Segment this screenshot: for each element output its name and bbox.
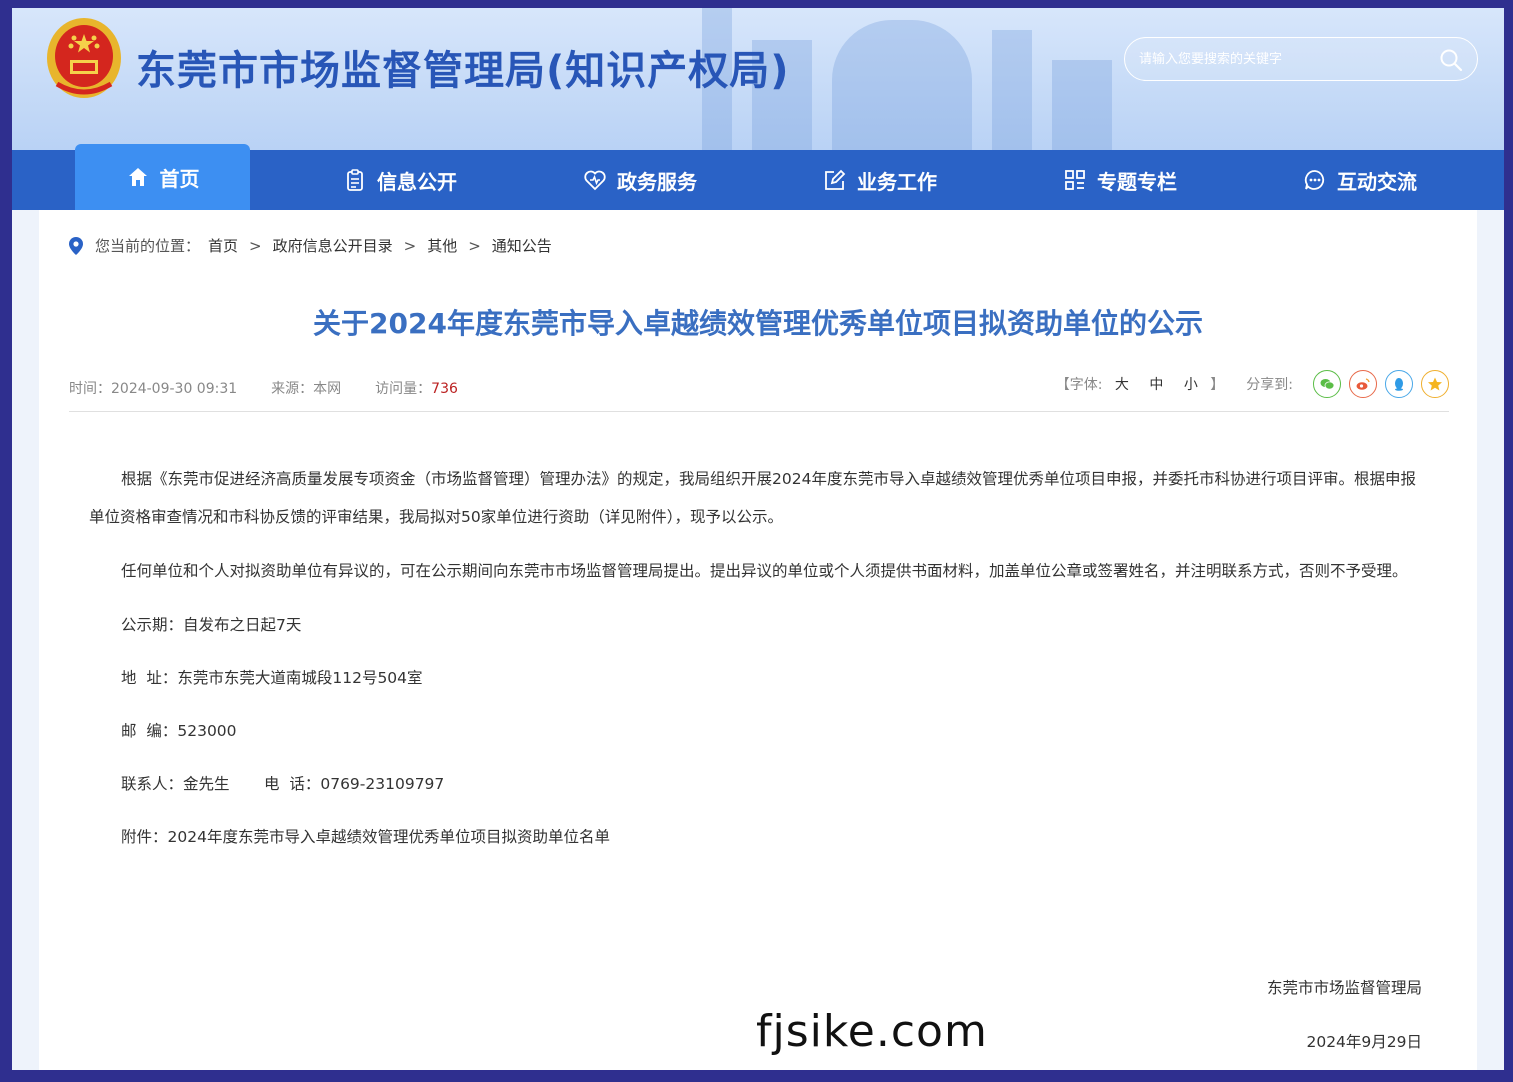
home-icon xyxy=(128,168,147,186)
nav-label: 信息公开 xyxy=(377,169,457,194)
visits-label: 访问量： xyxy=(375,381,432,397)
visits-value: 736 xyxy=(431,381,458,397)
postcode-line: 邮 编：523000 xyxy=(121,722,237,740)
search-icon[interactable] xyxy=(1439,48,1463,72)
heart-icon xyxy=(584,170,606,191)
nav-label: 互动交流 xyxy=(1337,169,1417,194)
share-label: 分享到: xyxy=(1246,377,1293,393)
page-frame: 东莞市市场监督管理局(知识产权局) 首页 信息公开 政务服务 业务工作 xyxy=(12,8,1504,1070)
breadcrumb-notice-link[interactable]: 通知公告 xyxy=(492,235,552,256)
article-meta: 时间：2024-09-30 09:31 来源：本网 访问量：736 【字体: 大… xyxy=(69,370,1449,412)
nav-item-info-disclosure[interactable]: 信息公开 xyxy=(280,150,520,210)
nav-item-topics[interactable]: 专题专栏 xyxy=(1000,150,1240,210)
source-value: 本网 xyxy=(313,381,342,397)
nav-label: 首页 xyxy=(159,166,200,191)
article-paragraph: 任何单位和个人对拟资助单位有异议的，可在公示期间向东莞市市场监督管理局提出。提出… xyxy=(121,562,1408,580)
article-source: 来源：本网 xyxy=(271,378,341,398)
publicity-period: 公示期：自发布之日起7天 xyxy=(121,616,302,634)
nav-item-interaction[interactable]: 互动交流 xyxy=(1240,150,1480,210)
font-size-close: 】 xyxy=(1210,377,1225,393)
breadcrumb: 您当前的位置： 首页 > 政府信息公开目录 > 其他 > 通知公告 xyxy=(69,235,552,256)
breadcrumb-separator: > xyxy=(249,236,262,255)
sign-date: 2024年9月29日 xyxy=(1306,1033,1422,1051)
font-large-button[interactable]: 大 xyxy=(1115,377,1129,393)
breadcrumb-separator: > xyxy=(468,236,481,255)
attachment-link[interactable]: 附件：2024年度东莞市导入卓越绩效管理优秀单位项目拟资助单位名单 xyxy=(89,818,1429,856)
site-title: 东莞市市场监督管理局(知识产权局) xyxy=(136,48,790,94)
breadcrumb-other-link[interactable]: 其他 xyxy=(427,235,457,256)
share-qq-button[interactable] xyxy=(1385,370,1413,398)
breadcrumb-prefix: 您当前的位置： xyxy=(95,237,201,255)
search-box[interactable] xyxy=(1124,37,1478,81)
font-size-label: 【字体: xyxy=(1055,377,1103,393)
qzone-icon xyxy=(1428,377,1442,391)
wechat-icon xyxy=(1320,379,1335,390)
contact-line: 联系人：金先生 电 话：0769-23109797 xyxy=(121,775,445,793)
nav-item-gov-services[interactable]: 政务服务 xyxy=(520,150,760,210)
search-input[interactable] xyxy=(1139,48,1429,70)
article-title: 关于2024年度东莞市导入卓越绩效管理优秀单位项目拟资助单位的公示 xyxy=(313,307,1203,340)
share-wechat-button[interactable] xyxy=(1313,370,1341,398)
grid-icon xyxy=(1065,170,1085,190)
time-value: 2024-09-30 09:31 xyxy=(111,381,238,397)
weibo-icon xyxy=(1356,378,1370,390)
visit-count: 访问量：736 xyxy=(375,378,458,398)
breadcrumb-home-link[interactable]: 首页 xyxy=(208,235,238,256)
watermark: fjsike.com xyxy=(744,1006,1000,1057)
font-medium-button[interactable]: 中 xyxy=(1149,377,1163,393)
share-weibo-button[interactable] xyxy=(1349,370,1377,398)
article-paragraph: 根据《东莞市促进经济高质量发展专项资金（市场监督管理）管理办法》的规定，我局组织… xyxy=(89,470,1416,526)
location-pin-icon xyxy=(69,236,83,255)
edit-icon xyxy=(825,169,846,190)
breadcrumb-catalog-link[interactable]: 政府信息公开目录 xyxy=(273,235,393,256)
share-qzone-button[interactable] xyxy=(1421,370,1449,398)
qq-icon xyxy=(1395,378,1403,391)
nav-label: 专题专栏 xyxy=(1097,169,1177,194)
publish-time: 时间：2024-09-30 09:31 xyxy=(69,378,237,398)
time-label: 时间： xyxy=(69,381,111,397)
header: 东莞市市场监督管理局(知识产权局) xyxy=(12,8,1504,150)
breadcrumb-separator: > xyxy=(403,236,417,255)
nav-item-business[interactable]: 业务工作 xyxy=(760,150,1000,210)
source-label: 来源： xyxy=(271,381,314,397)
article-body: 根据《东莞市促进经济高质量发展专项资金（市场监督管理）管理办法》的规定，我局组织… xyxy=(89,460,1429,871)
nav-item-home[interactable]: 首页 xyxy=(75,144,250,210)
chat-icon xyxy=(1304,170,1325,190)
address-line: 地 址：东莞市东莞大道南城段112号504室 xyxy=(121,669,423,687)
font-size-control: 【字体: 大 中 小 】 xyxy=(1056,374,1225,394)
clipboard-icon xyxy=(347,169,363,191)
main-nav: 首页 信息公开 政务服务 业务工作 专题专栏 互动交流 xyxy=(12,144,1504,210)
nav-label: 业务工作 xyxy=(857,169,937,194)
signature: 东莞市市场监督管理局 xyxy=(1266,979,1422,997)
national-emblem-icon xyxy=(47,18,121,98)
font-small-button[interactable]: 小 xyxy=(1184,377,1198,393)
nav-label: 政务服务 xyxy=(617,169,697,194)
article-container: 您当前的位置： 首页 > 政府信息公开目录 > 其他 > 通知公告 关于2024… xyxy=(39,210,1477,1070)
